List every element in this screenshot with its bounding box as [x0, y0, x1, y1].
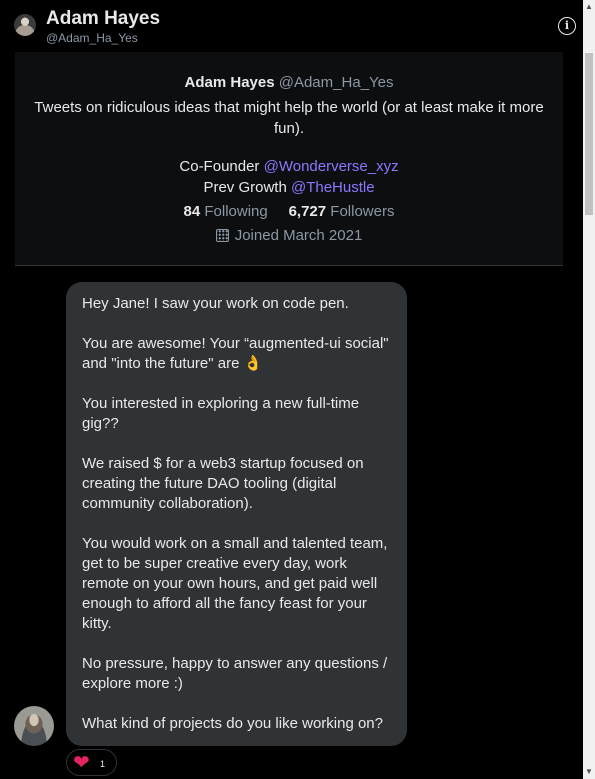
- prev-link[interactable]: @TheHustle: [291, 179, 375, 196]
- profile-stats: 84 Following 6,727 Followers: [15, 203, 563, 220]
- sender-avatar[interactable]: [14, 706, 54, 746]
- message-paragraph: You are awesome! Your “augmented-ui soci…: [82, 335, 389, 372]
- profile-name: Adam Hayes: [184, 74, 275, 91]
- message-paragraph: No pressure, happy to answer any questio…: [82, 655, 388, 692]
- followers-label: Followers: [330, 203, 395, 220]
- message-paragraph: Hey Jane! I saw your work on code pen.: [82, 295, 349, 312]
- profile-bio: Tweets on ridiculous ideas that might he…: [34, 99, 544, 137]
- followers-stat[interactable]: 6,727 Followers: [289, 203, 395, 220]
- scroll-down-arrow-icon[interactable]: ▼: [583, 765, 595, 779]
- profile-card[interactable]: Adam Hayes @Adam_Ha_Yes Tweets on ridicu…: [15, 52, 563, 266]
- prev-prefix: Prev Growth: [203, 179, 287, 196]
- reaction-count: 1: [100, 759, 106, 769]
- header-avatar[interactable]: [14, 14, 36, 36]
- reaction-pill[interactable]: ❤ 1: [66, 749, 117, 776]
- message-paragraph: We raised $ for a web3 startup focused o…: [82, 455, 364, 512]
- message-bubble[interactable]: Hey Jane! I saw your work on code pen. Y…: [66, 282, 407, 746]
- following-label: Following: [204, 203, 268, 220]
- profile-handle: @Adam_Ha_Yes: [278, 74, 394, 91]
- cofounder-link[interactable]: @Wonderverse_xyz: [264, 158, 399, 175]
- profile-prev-growth: Prev Growth @TheHustle: [15, 179, 563, 196]
- calendar-icon: [215, 229, 229, 242]
- header-handle: @Adam_Ha_Yes: [46, 31, 138, 45]
- scrollbar[interactable]: ▲ ▼: [583, 0, 595, 779]
- followers-count: 6,727: [288, 203, 327, 220]
- cofounder-prefix: Co-Founder: [179, 158, 260, 175]
- joined-text: Joined March 2021: [234, 227, 363, 244]
- message-paragraph: What kind of projects do you like workin…: [82, 715, 383, 732]
- profile-cofounder: Co-Founder @Wonderverse_xyz: [15, 158, 563, 175]
- heart-icon: ❤: [73, 752, 90, 774]
- header-name[interactable]: Adam Hayes: [46, 8, 160, 30]
- scroll-up-arrow-icon[interactable]: ▲: [583, 0, 595, 14]
- message-paragraph: You would work on a small and talented t…: [82, 535, 388, 632]
- following-count: 84: [183, 203, 201, 220]
- conversation-header: Adam Hayes @Adam_Ha_Yes i: [0, 0, 583, 52]
- message-paragraph: You interested in exploring a new full-t…: [82, 395, 360, 432]
- profile-name-line: Adam Hayes @Adam_Ha_Yes: [15, 74, 563, 91]
- scroll-thumb[interactable]: [585, 53, 593, 215]
- profile-joined: Joined March 2021: [15, 227, 563, 244]
- info-icon[interactable]: i: [558, 17, 576, 35]
- following-stat[interactable]: 84 Following: [184, 203, 268, 220]
